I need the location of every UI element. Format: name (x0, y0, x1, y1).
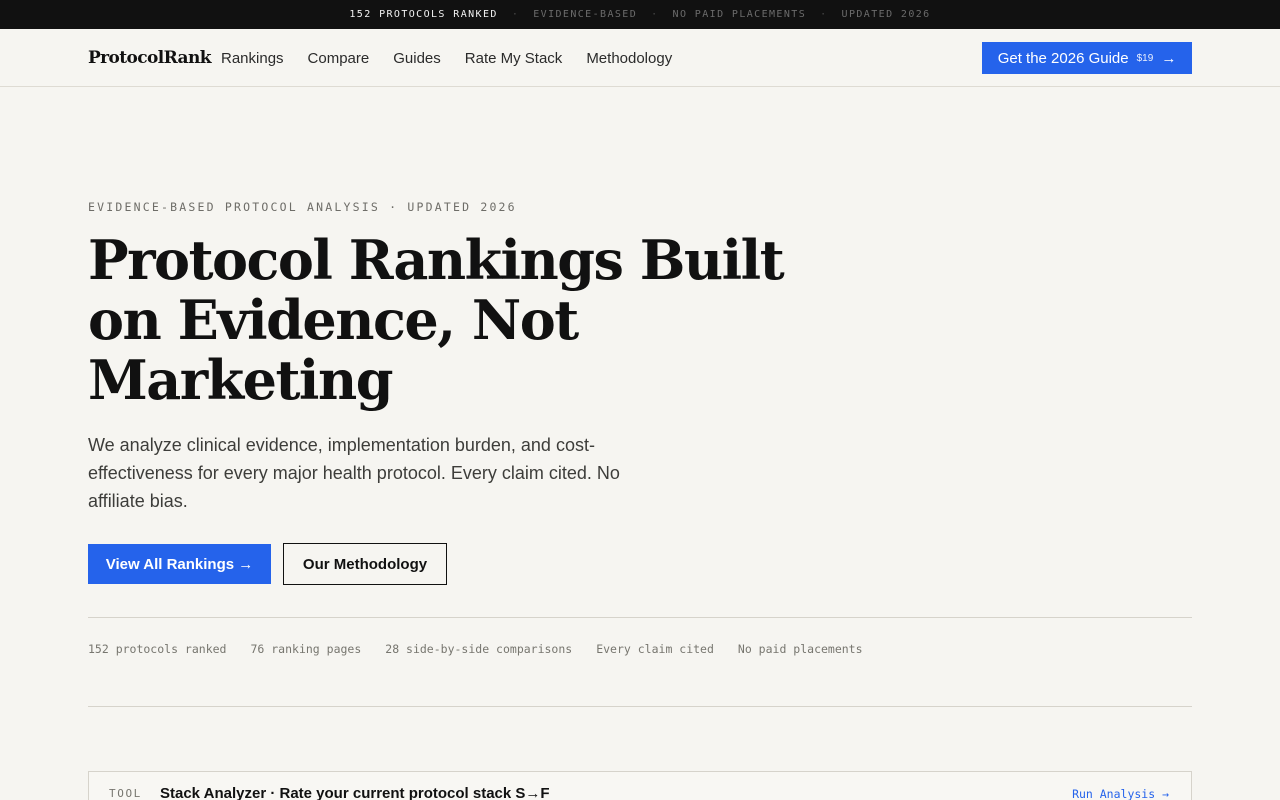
get-guide-label: Get the 2026 Guide (997, 49, 1129, 67)
nav-link-guides[interactable]: Guides (393, 50, 441, 67)
main-nav: ProtocolRank Rankings Compare Guides Rat… (0, 29, 1280, 87)
hero-eyebrow: EVIDENCE-BASED PROTOCOL ANALYSIS · UPDAT… (88, 200, 517, 214)
announcement-separator: · (651, 9, 659, 20)
divider (88, 617, 1192, 618)
tool-title: Stack Analyzer · Rate your current proto… (160, 785, 550, 800)
run-analysis-link[interactable]: Run Analysis → (1072, 787, 1169, 800)
stat-every-claim-cited: Every claim cited (596, 642, 714, 656)
announcement-separator: · (511, 9, 520, 20)
get-guide-button[interactable]: Get the 2026 Guide $19 → (982, 42, 1192, 74)
nav-link-compare[interactable]: Compare (308, 50, 370, 67)
tool-tag: TOOL (109, 787, 142, 800)
nav-link-rankings[interactable]: Rankings (221, 50, 284, 67)
view-all-rankings-button[interactable]: View All Rankings → (88, 544, 271, 584)
stat-no-paid-placements: No paid placements (737, 642, 863, 656)
hero-headline: Protocol Rankings Built on Evidence, Not… (88, 228, 785, 412)
stack-analyzer-card: TOOL Stack Analyzer · Rate your current … (88, 771, 1192, 800)
stat-comparisons: 28 side-by-side comparisons (385, 642, 573, 656)
guide-price-badge: $19 (1136, 52, 1154, 64)
our-methodology-button[interactable]: Our Methodology (283, 543, 447, 585)
announcement-protocols-ranked: 152 PROTOCOLS RANKED (349, 9, 498, 20)
announcement-no-paid-placements: NO PAID PLACEMENTS (672, 9, 807, 20)
stat-ranking-pages: 76 ranking pages (250, 642, 362, 656)
nav-links: Rankings Compare Guides Rate My Stack Me… (221, 50, 672, 67)
stat-protocols-ranked: 152 protocols ranked (88, 642, 227, 656)
announcement-separator: · (820, 9, 828, 20)
hero-subhead: We analyze clinical evidence, implementa… (88, 435, 620, 511)
nav-link-rate-my-stack[interactable]: Rate My Stack (465, 50, 563, 67)
announcement-evidence-based: EVIDENCE-BASED (533, 9, 638, 20)
announcement-updated: UPDATED 2026 (841, 9, 931, 20)
nav-link-methodology[interactable]: Methodology (586, 50, 672, 67)
announcement-bar: 152 PROTOCOLS RANKED · EVIDENCE-BASED · … (0, 0, 1280, 29)
stats-row: 152 protocols ranked 76 ranking pages 28… (88, 642, 863, 656)
site-logo[interactable]: ProtocolRank (88, 48, 211, 68)
arrow-right-icon: → (1161, 49, 1177, 67)
divider (88, 706, 1192, 707)
